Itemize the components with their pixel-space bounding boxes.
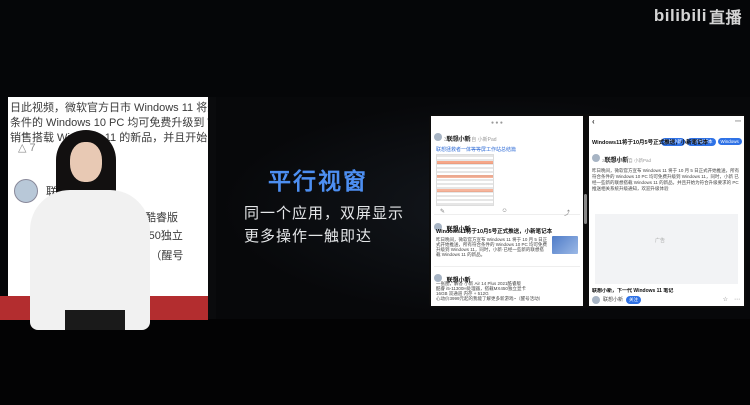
footer-user: 联想小新 bbox=[603, 297, 624, 303]
feed-card-1-meta: 3小时前 · 来自 小新Pad bbox=[444, 137, 497, 143]
left-pane[interactable]: ● ● ● 联想小新 3小时前 · 来自 小新Pad 联想拯救者一体等等屏工作站… bbox=[431, 116, 583, 306]
feed-card-2-title[interactable]: Windows11将于10月5号正式推送，小新笔记本 bbox=[436, 229, 576, 236]
avatar bbox=[434, 132, 442, 141]
split-divider-handle[interactable] bbox=[584, 194, 587, 224]
footer-actions: ☆ ⋯ bbox=[723, 296, 740, 303]
slide-title: 平行视窗 bbox=[268, 168, 368, 194]
presenter bbox=[20, 130, 160, 330]
table-row bbox=[437, 161, 493, 164]
article-title: Windows11将于10月5号正式推送，小新笔记本 bbox=[592, 140, 709, 146]
back-icon[interactable]: ‹ bbox=[592, 118, 595, 126]
right-pane[interactable]: ‹ ⋯ 联想小新 小新笔记本 Windows Windows11将于10月5号正式推… bbox=[589, 116, 744, 306]
feed-card-2-body: 昨日晚间，微软官方宣布 Windows 11 将于 10 月 5 日正式开始推送… bbox=[436, 237, 548, 257]
avatar bbox=[592, 153, 600, 162]
watermark-suffix: 直播 bbox=[708, 10, 742, 27]
follow-button[interactable]: 关注 bbox=[626, 296, 642, 304]
feed-card-1-tag[interactable]: 联想拯救者一体等等屏工作站总结篇 bbox=[436, 146, 516, 153]
slide-line-2: 更多操作一触即达 bbox=[244, 228, 373, 245]
feed-card-1[interactable]: 联想小新 3小时前 · 来自 小新Pad 联想拯救者一体等等屏工作站总结篇 ✎ … bbox=[434, 128, 580, 217]
stage: 日此视频，微软官方日市 Windows 11 将永 条件的 Windows 10… bbox=[0, 0, 750, 405]
ad-placeholder[interactable]: 广告 bbox=[595, 214, 738, 284]
post-line-2: 条件的 Windows 10 PC 均可免费升级到 Win bbox=[10, 117, 208, 129]
feed-card-3[interactable]: 联想小新 一张图，解答 小新 Air 14 Plus 2021酷睿版 酷睿 i5… bbox=[434, 269, 580, 305]
avatar bbox=[592, 296, 600, 304]
watermark-brand: bilibili bbox=[653, 6, 707, 25]
presenter-shirt bbox=[30, 190, 150, 330]
table-row bbox=[437, 175, 493, 178]
stage-floor bbox=[0, 319, 750, 405]
feed-card-1-image[interactable] bbox=[436, 154, 494, 206]
favorite-icon[interactable]: ☆ bbox=[723, 296, 728, 303]
share-icon[interactable]: ⤴ bbox=[564, 208, 570, 217]
presenter-skirt bbox=[65, 310, 125, 330]
article-body: 昨日晚间，微软官方宣布 Windows 11 将于 10 月 5 日正式开始推送… bbox=[592, 168, 740, 191]
repost-icon[interactable]: ✎ bbox=[440, 208, 445, 217]
feed-card-2-image[interactable] bbox=[552, 236, 578, 254]
article-meta: 2021-9-10 来自 小新Pad bbox=[602, 158, 652, 163]
presenter-face bbox=[70, 142, 102, 182]
more-icon[interactable]: ⋯ bbox=[734, 296, 740, 303]
feed-card-2[interactable]: 联想小新 Windows11将于10月5号正式推送，小新笔记本 昨日晚间，微软官… bbox=[434, 218, 580, 267]
bilibili-live-watermark: bilibili 直播 bbox=[654, 4, 742, 28]
feed-card-3-body: 一张图，解答 小新 Air 14 Plus 2021酷睿版 酷睿 i5-1130… bbox=[436, 281, 544, 301]
comment-icon[interactable]: ☺ bbox=[501, 208, 507, 217]
status-dots: ● ● ● bbox=[491, 120, 503, 126]
post-line-1: 日此视频，微软官方日市 Windows 11 将永 bbox=[10, 102, 208, 114]
feed-card-1-actions: ✎ ☺ ⤴ bbox=[440, 208, 570, 217]
next-article-title[interactable]: 联想小新，下一代 Windows 11 笔记 bbox=[592, 288, 742, 295]
table-row bbox=[437, 189, 493, 192]
footer-row: 联想小新 关注 bbox=[592, 296, 643, 304]
more-icon[interactable]: ⋯ bbox=[735, 119, 741, 126]
ad-label: 广告 bbox=[655, 238, 666, 244]
slide-line-1: 同一个应用，双屏显示 bbox=[244, 205, 405, 222]
tablet-device: ● ● ● 联想小新 3小时前 · 来自 小新Pad 联想拯救者一体等等屏工作站… bbox=[429, 114, 746, 308]
